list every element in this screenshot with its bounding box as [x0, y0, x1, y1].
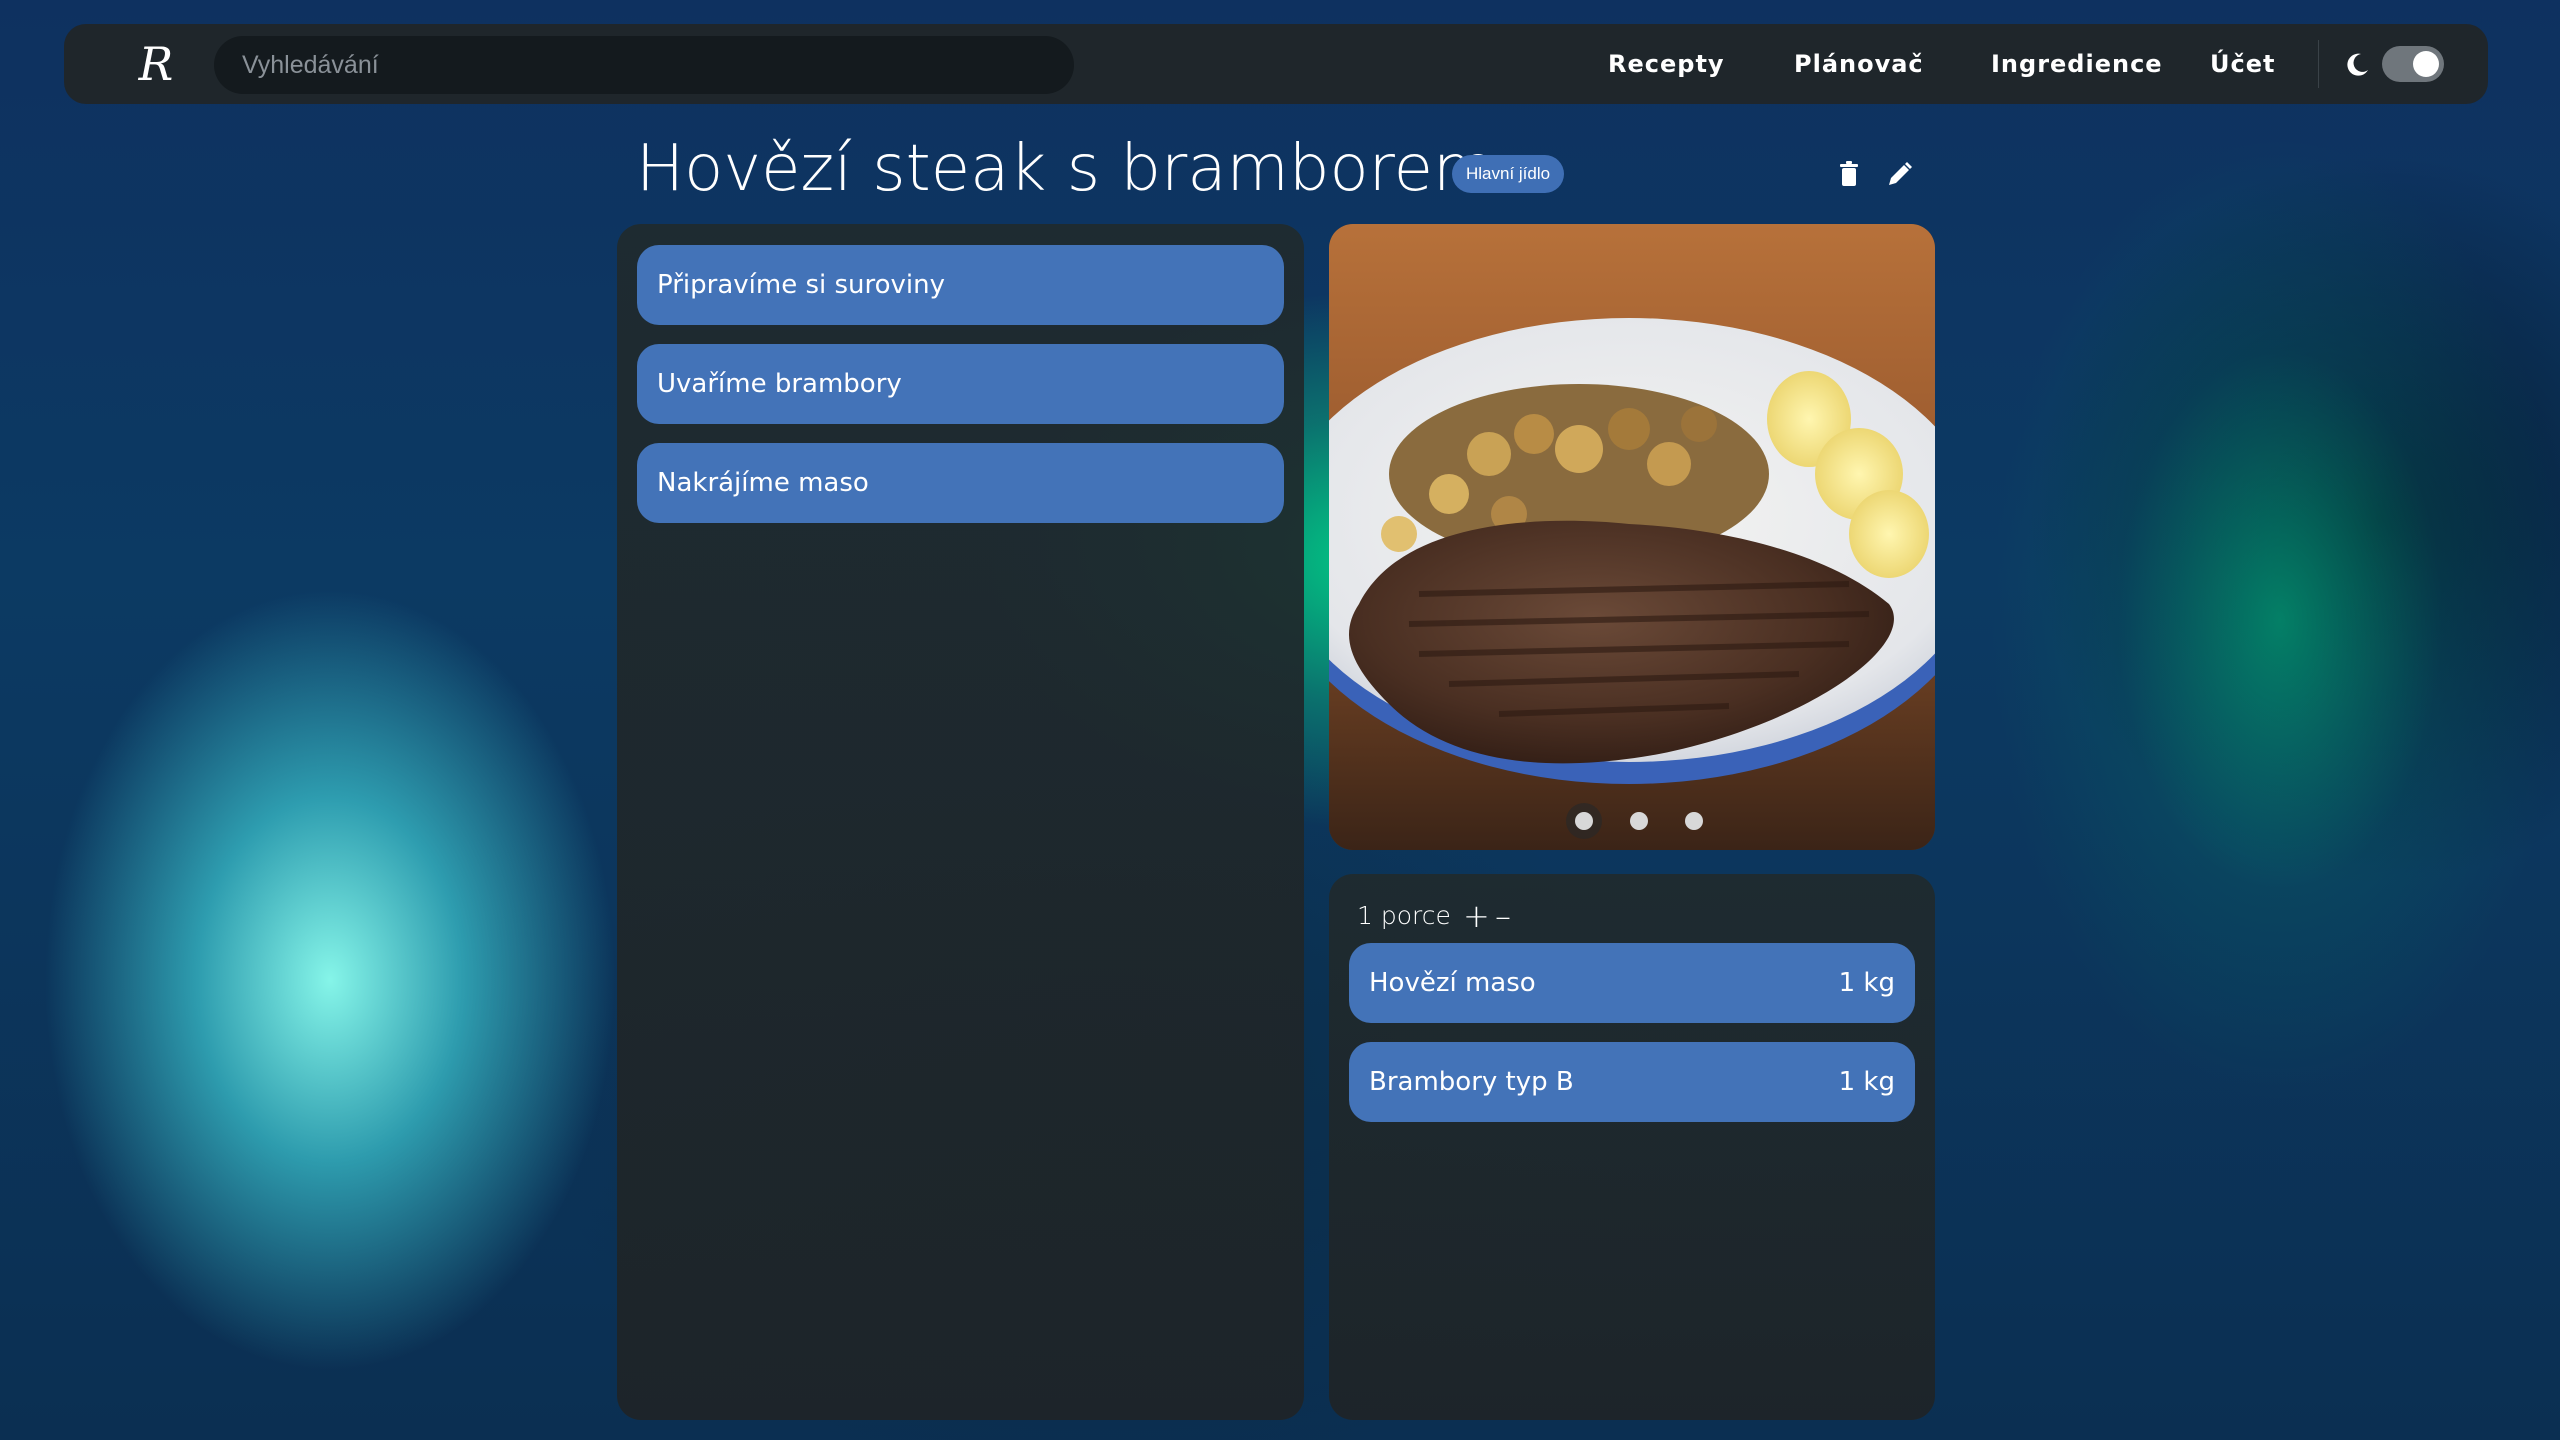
search-input[interactable] [214, 36, 1074, 94]
portions-label: 1 porce [1357, 901, 1451, 930]
carousel-dot-2[interactable] [1630, 812, 1648, 830]
nav-link-planovac[interactable]: Plánovač [1794, 24, 1924, 104]
ingredient-amount: 1 kg [1838, 968, 1895, 998]
increase-portion-button[interactable]: + [1463, 894, 1490, 938]
page-title: Hovězí steak s bramborem [636, 132, 1496, 206]
ingredient-item[interactable]: Hovězí maso 1 kg [1349, 943, 1915, 1023]
nav-link-ingredience[interactable]: Ingredience [1991, 24, 2163, 104]
ingredient-amount: 1 kg [1838, 1067, 1895, 1097]
steak-with-potatoes-and-corn-photo [1329, 224, 1935, 850]
nav-link-ucet[interactable]: Účet [2210, 24, 2275, 104]
step-item[interactable]: Uvaříme brambory [637, 344, 1284, 424]
nav-link-recepty[interactable]: Recepty [1608, 24, 1725, 104]
top-navbar: R Recepty Plánovač Ingredience Účet [64, 24, 2488, 104]
trash-icon[interactable] [1832, 158, 1866, 192]
step-item[interactable]: Nakrájíme maso [637, 443, 1284, 523]
ingredient-item[interactable]: Brambory typ B 1 kg [1349, 1042, 1915, 1122]
recipe-image-carousel[interactable] [1329, 224, 1935, 850]
theme-toggle-knob [2413, 51, 2439, 77]
step-item[interactable]: Připravíme si suroviny [637, 245, 1284, 325]
steps-panel: Připravíme si suroviny Uvaříme brambory … [617, 224, 1304, 1420]
category-badge: Hlavní jídlo [1452, 155, 1565, 193]
ingredients-panel: 1 porce + – Hovězí maso 1 kg Brambory ty… [1329, 874, 1935, 1420]
decrease-portion-button[interactable]: – [1495, 894, 1511, 938]
carousel-dot-3[interactable] [1685, 812, 1703, 830]
pencil-icon[interactable] [1882, 158, 1916, 192]
carousel-dots [1329, 800, 1935, 844]
nav-divider [2318, 40, 2319, 88]
carousel-dot-1[interactable] [1575, 812, 1593, 830]
logo-icon[interactable]: R [128, 38, 184, 90]
theme-toggle[interactable] [2382, 46, 2444, 82]
ingredient-name: Hovězí maso [1369, 968, 1536, 998]
ingredient-name: Brambory typ B [1369, 1067, 1574, 1097]
moon-icon [2347, 53, 2368, 76]
